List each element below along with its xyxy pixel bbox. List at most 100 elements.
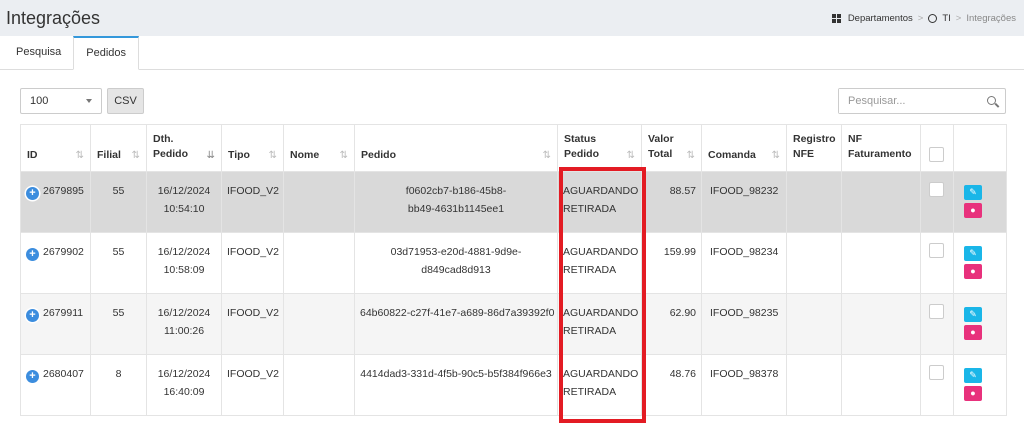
csv-button[interactable]: CSV (107, 88, 144, 114)
cell-select (920, 354, 954, 416)
col-header-comanda[interactable]: Comanda ⇅ (701, 124, 787, 172)
comment-icon[interactable]: ● (964, 386, 982, 401)
cell-nf-faturamento (841, 354, 921, 416)
search-icon[interactable] (987, 96, 996, 105)
cell-valor-total: 88.57 (641, 171, 702, 233)
cell-select (920, 232, 954, 294)
expand-plus-icon[interactable]: + (26, 248, 39, 261)
tabs: Pesquisa Pedidos (0, 36, 1024, 70)
col-header-filial[interactable]: Filial ⇅ (90, 124, 147, 172)
cell-status-pedido: AGUARDANDO RETIRADA (557, 232, 642, 294)
cell-select (920, 293, 954, 355)
sort-icon: ⇅ (686, 150, 695, 161)
search-input[interactable] (839, 89, 979, 113)
col-header-status-pedido[interactable]: Status Pedido ⇅ (557, 124, 642, 172)
cell-id: +2679895 (20, 171, 91, 233)
cell-id: +2680407 (20, 354, 91, 416)
cell-pedido: f0602cb7-b186-45b8- bb49-4631b1145ee1 (354, 171, 558, 233)
expand-plus-icon[interactable]: + (26, 187, 39, 200)
cell-dth-pedido: 16/12/2024 16:40:09 (146, 354, 222, 416)
cell-actions: ✎ ● (953, 171, 1007, 233)
edit-icon[interactable]: ✎ (964, 246, 982, 261)
comment-icon[interactable]: ● (964, 203, 982, 218)
breadcrumb-separator: > (917, 12, 924, 24)
chevron-down-icon (86, 99, 92, 103)
orders-table: ID ⇅ Filial ⇅ Dth. Pedido ⇊ Tipo ⇅ Nome ⇅ Pedi… (20, 124, 1007, 416)
comment-icon[interactable]: ● (964, 325, 982, 340)
expand-plus-icon[interactable]: + (26, 309, 39, 322)
cell-filial: 55 (90, 293, 147, 355)
cell-pedido: 64b60822-c27f-41e7-a689-86d7a39392f0 (354, 293, 558, 355)
sort-icon: ⇅ (771, 150, 780, 161)
cell-registro-nfe (786, 293, 842, 355)
cell-status-pedido: AGUARDANDO RETIRADA (557, 293, 642, 355)
expand-plus-icon[interactable]: + (26, 370, 39, 383)
sort-icon: ⇅ (268, 150, 277, 161)
cell-nome (283, 232, 355, 294)
cell-registro-nfe (786, 354, 842, 416)
col-header-nf-faturamento: NF Faturamento (841, 124, 921, 172)
col-header-valor-total[interactable]: Valor Total ⇅ (641, 124, 702, 172)
circle-icon (928, 13, 938, 23)
page-size-select[interactable]: 100 (20, 88, 102, 114)
comment-icon[interactable]: ● (964, 264, 982, 279)
row-checkbox[interactable] (929, 365, 944, 380)
cell-nome (283, 354, 355, 416)
cell-valor-total: 48.76 (641, 354, 702, 416)
col-header-tipo[interactable]: Tipo ⇅ (221, 124, 284, 172)
edit-icon[interactable]: ✎ (964, 307, 982, 322)
cell-id: +2679902 (20, 232, 91, 294)
tab-pesquisa[interactable]: Pesquisa (4, 36, 73, 69)
breadcrumb: Departamentos > TI > Integrações (831, 12, 1018, 24)
search-box (838, 88, 1006, 114)
cell-id: +2679911 (20, 293, 91, 355)
table-row[interactable]: +2679911 55 16/12/2024 11:00:26 IFOOD_V2 64b6… (20, 293, 1007, 355)
col-header-dth-pedido[interactable]: Dth. Pedido ⇊ (146, 124, 222, 172)
cell-comanda: IFOOD_98232 (701, 171, 787, 233)
breadcrumb-departamentos[interactable]: Departamentos (848, 13, 913, 24)
cell-nf-faturamento (841, 232, 921, 294)
cell-actions: ✎ ● (953, 232, 1007, 294)
cell-comanda: IFOOD_98378 (701, 354, 787, 416)
toolbar: 100 CSV (20, 88, 1006, 114)
col-header-id[interactable]: ID ⇅ (20, 124, 91, 172)
cell-nf-faturamento (841, 293, 921, 355)
col-header-select-all (920, 124, 954, 172)
tab-pedidos[interactable]: Pedidos (73, 36, 140, 70)
cell-registro-nfe (786, 171, 842, 233)
edit-icon[interactable]: ✎ (964, 368, 982, 383)
sort-icon: ⇅ (339, 150, 348, 161)
cell-pedido: 4414dad3-331d-4f5b-90c5-b5f384f966e3 (354, 354, 558, 416)
table-row[interactable]: +2679902 55 16/12/2024 10:58:09 IFOOD_V2 03d7… (20, 232, 1007, 294)
breadcrumb-ti[interactable]: TI (942, 13, 950, 24)
cell-valor-total: 62.90 (641, 293, 702, 355)
cell-filial: 55 (90, 232, 147, 294)
cell-status-pedido: AGUARDANDO RETIRADA (557, 354, 642, 416)
cell-select (920, 171, 954, 233)
cell-nome (283, 293, 355, 355)
row-checkbox[interactable] (929, 182, 944, 197)
cell-dth-pedido: 16/12/2024 10:54:10 (146, 171, 222, 233)
cell-valor-total: 159.99 (641, 232, 702, 294)
col-header-actions (953, 124, 1007, 172)
breadcrumb-integracoes: Integrações (966, 12, 1016, 24)
edit-icon[interactable]: ✎ (964, 185, 982, 200)
cell-tipo: IFOOD_V2 (221, 171, 284, 233)
table-header-row: ID ⇅ Filial ⇅ Dth. Pedido ⇊ Tipo ⇅ Nome ⇅ Pedi… (20, 124, 1007, 172)
select-all-checkbox[interactable] (929, 147, 944, 162)
cell-tipo: IFOOD_V2 (221, 354, 284, 416)
cell-tipo: IFOOD_V2 (221, 293, 284, 355)
table-row[interactable]: +2679895 55 16/12/2024 10:54:10 IFOOD_V2 f060… (20, 171, 1007, 233)
cell-actions: ✎ ● (953, 293, 1007, 355)
row-checkbox[interactable] (929, 304, 944, 319)
cell-filial: 55 (90, 171, 147, 233)
row-checkbox[interactable] (929, 243, 944, 258)
breadcrumb-separator: > (955, 12, 962, 24)
cell-registro-nfe (786, 232, 842, 294)
col-header-registro-nfe: Registro NFE (786, 124, 842, 172)
col-header-nome[interactable]: Nome ⇅ (283, 124, 355, 172)
table-row[interactable]: +2680407 8 16/12/2024 16:40:09 IFOOD_V2 4414d… (20, 354, 1007, 416)
cell-comanda: IFOOD_98235 (701, 293, 787, 355)
sort-icon: ⇅ (75, 150, 84, 161)
col-header-pedido[interactable]: Pedido ⇅ (354, 124, 558, 172)
